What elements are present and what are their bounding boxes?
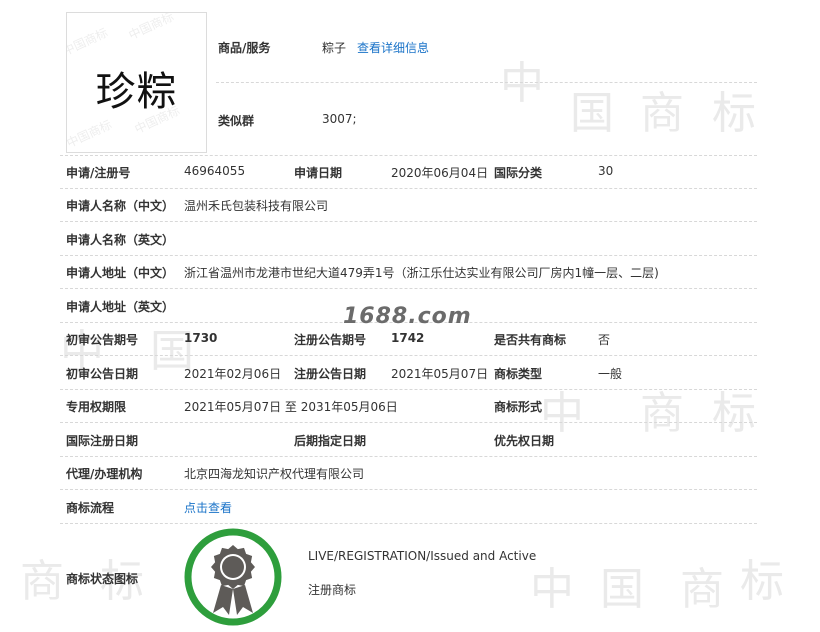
similar-group-value: 3007; (322, 112, 357, 126)
watermark-char: 标 (740, 556, 784, 607)
divider (60, 355, 757, 356)
logo-watermark: 中国商标 (66, 25, 110, 59)
watermark-char: 商 (640, 88, 684, 139)
watermark-char: 标 (712, 388, 756, 439)
divider (60, 523, 757, 524)
divider (60, 188, 757, 189)
trademark-form-label: 商标形式 (494, 400, 543, 414)
trademark-image: 中国商标 中国商标 中国商标 中国商标 珍粽 (66, 12, 207, 153)
status-badge (183, 527, 283, 627)
divider (60, 221, 757, 222)
applicant-address-en-label: 申请人地址（英文） (66, 300, 175, 314)
registered-award-icon (184, 528, 282, 626)
agent-value: 北京四海龙知识产权代理有限公司 (184, 467, 365, 481)
registration-announcement-date-label: 注册公告日期 (294, 367, 367, 381)
watermark-char: 中 (500, 58, 544, 109)
agent-label: 代理/办理机构 (66, 467, 143, 481)
watermark-char: 中 (540, 388, 584, 439)
view-details-link[interactable]: 查看详细信息 (357, 39, 429, 56)
goods-label: 商品/服务 (218, 41, 271, 55)
site-watermark: 1688.com (343, 304, 472, 329)
divider (60, 422, 757, 423)
logo-watermark: 中国商标 (66, 117, 114, 151)
divider (60, 489, 757, 490)
shared-trademark-value: 否 (598, 333, 611, 347)
trademark-process-label: 商标流程 (66, 501, 115, 515)
registration-announcement-number-value: 1742 (391, 331, 425, 345)
goods-value: 粽子 (322, 41, 347, 55)
trademark-type-value: 一般 (598, 367, 623, 381)
prelim-announcement-date-label: 初审公告日期 (66, 367, 139, 381)
applicant-name-cn-value: 温州禾氏包装科技有限公司 (184, 199, 329, 213)
shared-trademark-label: 是否共有商标 (494, 333, 567, 347)
application-number-label: 申请/注册号 (66, 166, 131, 180)
prelim-announcement-date-value: 2021年02月06日 (184, 367, 282, 381)
divider (60, 389, 757, 390)
priority-date-label: 优先权日期 (494, 434, 555, 448)
watermark-char: 国 (600, 564, 644, 615)
application-date-label: 申请日期 (294, 166, 343, 180)
exclusive-period-label: 专用权期限 (66, 400, 127, 414)
registration-announcement-number-label: 注册公告期号 (294, 333, 367, 347)
applicant-address-cn-value: 浙江省温州市龙港市世纪大道479弄1号（浙江乐仕达实业有限公司厂房内1幢一层、二… (184, 266, 659, 280)
trademark-name: 珍粽 (95, 69, 178, 115)
divider (60, 255, 757, 256)
exclusive-period-value: 2021年05月07日 至 2031年05月06日 (184, 400, 398, 414)
applicant-name-cn-label: 申请人名称（中文） (66, 199, 175, 213)
prelim-announcement-number-value: 1730 (184, 331, 218, 345)
status-chinese: 注册商标 (308, 583, 357, 597)
later-designation-date-label: 后期指定日期 (294, 434, 367, 448)
trademark-status-icon-label: 商标状态图标 (66, 572, 139, 586)
divider (60, 456, 757, 457)
trademark-type-label: 商标类型 (494, 367, 543, 381)
similar-group-label: 类似群 (218, 114, 255, 128)
applicant-name-en-label: 申请人名称（英文） (66, 233, 175, 247)
status-english: LIVE/REGISTRATION/Issued and Active (308, 549, 537, 563)
application-number-value: 46964055 (184, 164, 246, 178)
prelim-announcement-number-label: 初审公告期号 (66, 333, 139, 347)
logo-watermark: 中国商标 (126, 12, 176, 43)
watermark-char: 标 (712, 88, 756, 139)
applicant-address-cn-label: 申请人地址（中文） (66, 266, 175, 280)
international-registration-date-label: 国际注册日期 (66, 434, 139, 448)
watermark-char: 商 (640, 388, 684, 439)
watermark-char: 商 (20, 556, 64, 607)
divider (60, 155, 757, 156)
international-class-label: 国际分类 (494, 166, 543, 180)
watermark-char: 商 (680, 564, 724, 615)
application-date-value: 2020年06月04日 (391, 166, 489, 180)
divider (216, 82, 757, 83)
view-process-link[interactable]: 点击查看 (184, 499, 232, 516)
watermark-char: 国 (570, 88, 614, 139)
registration-announcement-date-value: 2021年05月07日 (391, 367, 489, 381)
international-class-value: 30 (598, 164, 614, 178)
divider (60, 288, 757, 289)
watermark-char: 中 (530, 564, 574, 615)
